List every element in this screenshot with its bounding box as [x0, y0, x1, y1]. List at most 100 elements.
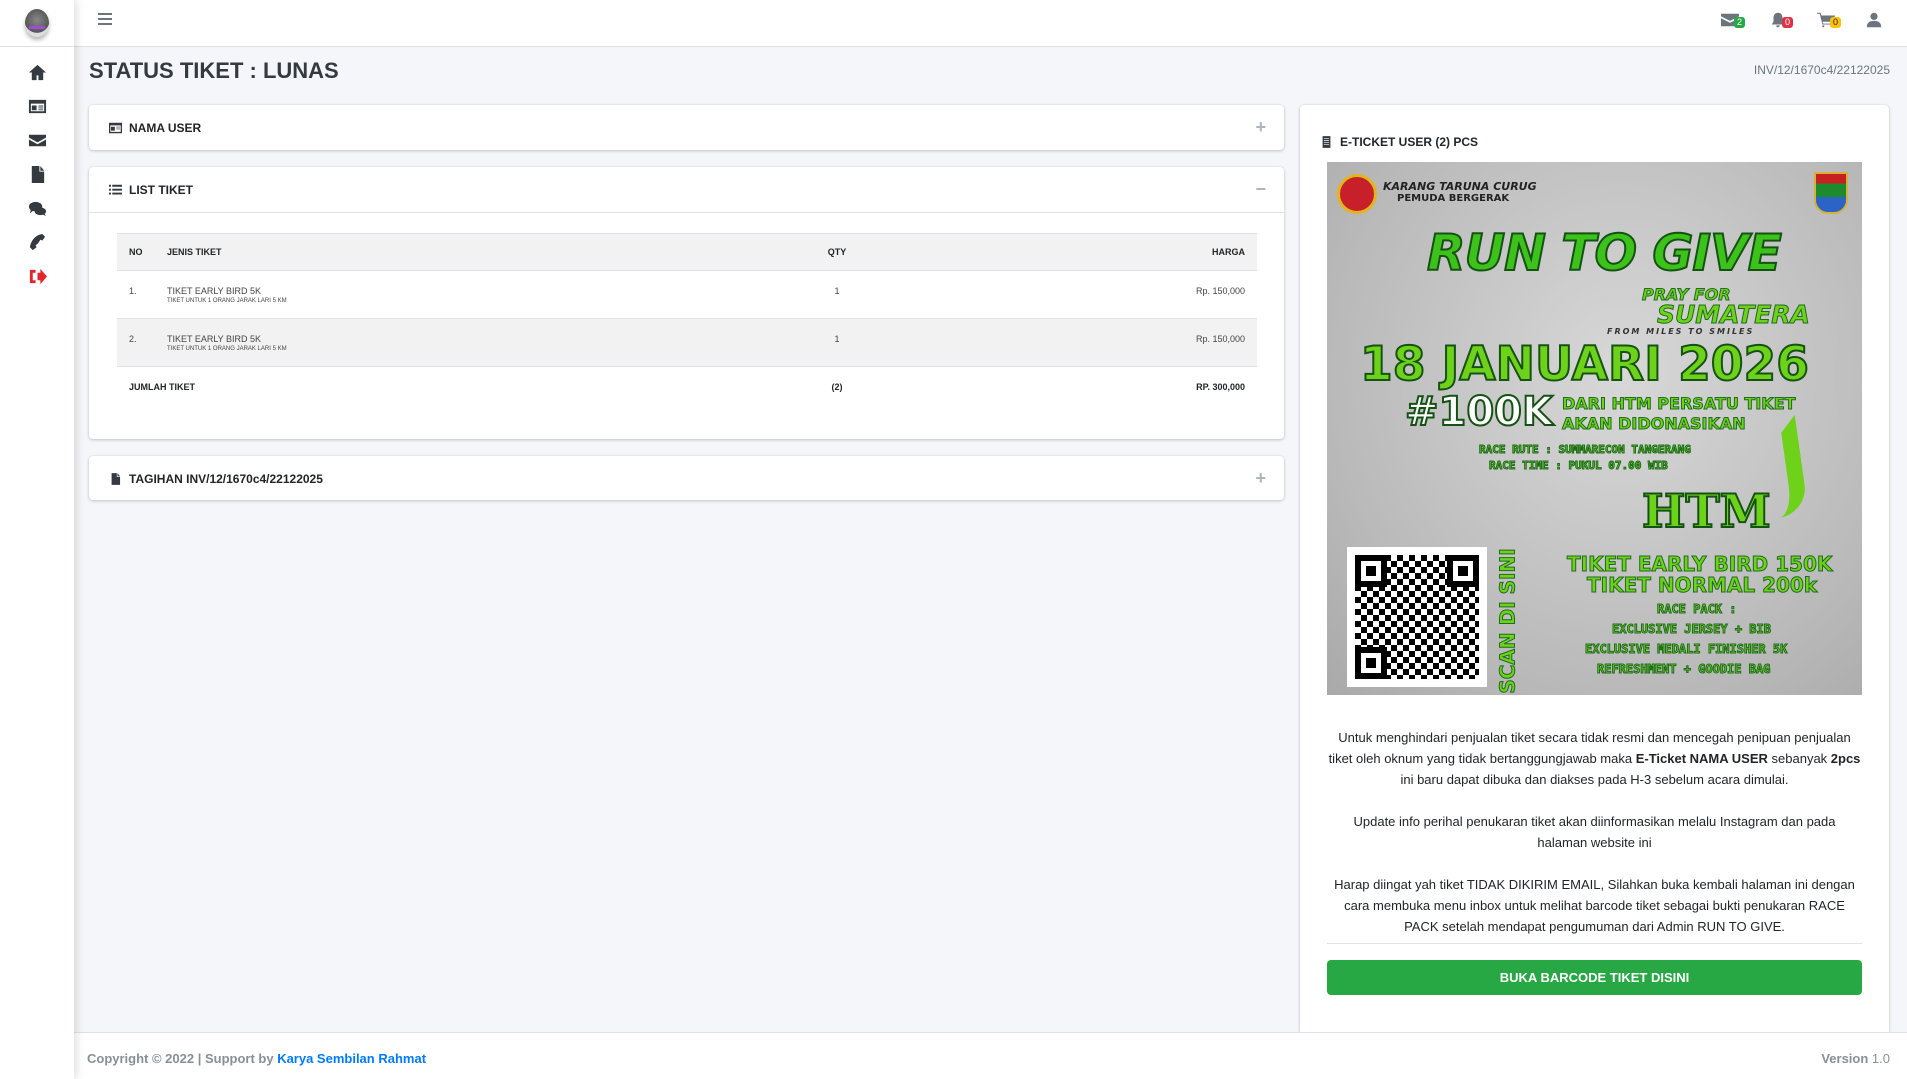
ticket-table: NO JENIS TIKET QTY HARGA 1. TIKET EARLY … [117, 233, 1257, 415]
column-header: HARGA [877, 233, 1257, 271]
info-paragraph: Untuk menghindari penjualan tiket secara… [1327, 727, 1862, 790]
poster-normal: TIKET NORMAL 200k [1586, 573, 1818, 598]
sidebar-item-logout[interactable] [0, 259, 74, 293]
sign-out-icon [29, 268, 47, 284]
ticket-desc: TIKET UNTUK 1 ORANG JARAK LARI 5 KM [167, 298, 287, 304]
table-row: 1. TIKET EARLY BIRD 5K TIKET UNTUK 1 ORAN… [117, 270, 1257, 319]
column-header: JENIS TIKET [155, 233, 797, 271]
card-title: E-TICKET USER (2) PCS [1340, 135, 1479, 149]
page-title: STATUS TIKET : LUNAS [89, 58, 339, 83]
collapse-button[interactable]: − [1255, 180, 1266, 198]
messages-badge: 2 [1733, 17, 1745, 28]
sidebar-item-contact[interactable] [0, 225, 74, 259]
info-bold: E-Ticket NAMA USER [1635, 751, 1768, 766]
receipt-icon [1322, 136, 1331, 148]
poster-date: 18 JANUARI 2026 [1359, 336, 1810, 393]
messages-button[interactable]: 2 [1721, 12, 1745, 32]
list-icon [109, 184, 122, 195]
ticket-price: Rp. 150,000 [877, 318, 1257, 367]
total-qty: (2) [831, 382, 843, 392]
footer: Copyright © 2022 | Support by Karya Semb… [74, 1032, 1907, 1079]
column-header: QTY [797, 233, 877, 271]
user-menu-button[interactable] [1865, 12, 1887, 32]
poster-scan: SCAN DI SINI [1495, 548, 1520, 694]
brand-logo[interactable] [25, 9, 49, 37]
invoice-number: INV/12/1670c4/22122025 [1753, 63, 1890, 77]
event-poster: KARANG TARUNA CURUG PEMUDA BERGERAK RUN … [1327, 162, 1862, 695]
ticket-qty: 1 [797, 318, 877, 367]
table-row: 2. TIKET EARLY BIRD 5K TIKET UNTUK 1 ORAN… [117, 318, 1257, 367]
poster-route: RACE RUTE : SUMMARECON TANGERANG [1479, 443, 1692, 457]
file-icon [111, 473, 121, 485]
tangerang-emblem [1814, 172, 1848, 214]
info-paragraph: Harap diingat yah tiket TIDAK DIKIRIM EM… [1334, 877, 1855, 934]
ticket-type: TIKET EARLY BIRD 5K TIKET UNTUK 1 ORANG J… [155, 270, 797, 319]
cart-button[interactable]: 0 [1817, 12, 1841, 32]
ticket-type: TIKET EARLY BIRD 5K TIKET UNTUK 1 ORANG J… [155, 318, 797, 367]
sidebar-item-chat[interactable] [0, 191, 74, 225]
poster-donation-text: AKAN DIDONASIKAN [1562, 414, 1747, 434]
poster-pack-item: EXCLUSIVE JERSEY + BIB [1612, 622, 1772, 637]
poster-htm: HTM [1641, 483, 1772, 539]
nama-user-card: NAMA USER + [89, 105, 1284, 150]
sidebar-item-home[interactable] [0, 55, 74, 89]
copyright-text: Copyright © 2022 | Support by [87, 1051, 278, 1066]
poster-sumatera: SUMATERA [1657, 300, 1811, 330]
id-card-icon [28, 99, 46, 113]
version-number: 1.0 [1871, 1051, 1890, 1066]
topbar: 2 0 0 [74, 0, 1907, 47]
open-barcode-button[interactable]: BUKA BARCODE TIKET DISINI [1327, 960, 1862, 995]
divider [1327, 943, 1862, 944]
ticket-price: Rp. 150,000 [877, 270, 1257, 319]
envelope-icon [28, 134, 46, 146]
expand-button[interactable]: + [1255, 118, 1266, 136]
poster-pack-item: EXCLUSIVE MEDALI FINISHER 5K [1584, 642, 1788, 657]
sidebar-item-documents[interactable] [0, 157, 74, 191]
phone-icon [29, 233, 45, 250]
org-subtitle: PEMUDA BERGERAK [1397, 193, 1510, 204]
karang-taruna-logo [1337, 174, 1377, 214]
poster-title: RUN TO GIVE [1426, 223, 1783, 283]
card-title: LIST TIKET [129, 182, 193, 197]
version-label: Version [1821, 1051, 1869, 1066]
total-price: RP. 300,000 [1196, 382, 1245, 392]
poster-time: RACE TIME : PUKUL 07.00 WIB [1489, 459, 1669, 473]
ticket-name: TIKET EARLY BIRD 5K [167, 286, 262, 296]
info-paragraph: Update info perihal penukaran tiket akan… [1353, 814, 1836, 850]
home-icon [28, 64, 46, 80]
card-title: TAGIHAN INV/12/1670c4/22122025 [129, 472, 323, 486]
eticket-card: E-TICKET USER (2) PCS KARANG TARUNA CURU… [1300, 105, 1889, 1032]
file-icon [31, 165, 44, 183]
id-card-icon [109, 122, 122, 134]
ticket-qty: 1 [797, 270, 877, 319]
ticket-name: TIKET EARLY BIRD 5K [167, 334, 262, 344]
info-text: sebanyak [1767, 751, 1831, 766]
sidebar-item-profile[interactable] [0, 89, 74, 123]
menu-toggle-icon[interactable] [98, 13, 112, 27]
poster-donation: #100K [1404, 388, 1554, 436]
comments-icon [28, 201, 46, 216]
poster-tagline: FROM MILES TO SMILES [1607, 327, 1755, 336]
row-number: 2. [117, 318, 155, 367]
notifications-badge: 0 [1781, 17, 1793, 28]
sidebar-item-inbox[interactable] [0, 123, 74, 157]
eticket-info: Untuk menghindari penjualan tiket secara… [1327, 727, 1862, 958]
poster-pack-item: REFRESHMENT + GOODIE BAG [1596, 662, 1771, 677]
tagihan-card: TAGIHAN INV/12/1670c4/22122025 + [89, 456, 1284, 500]
column-header: NO [117, 233, 155, 271]
total-label: JUMLAH TIKET [129, 382, 195, 392]
total-row: JUMLAH TIKET (2) RP. 300,000 [117, 367, 1257, 415]
sidebar [0, 0, 74, 1079]
version: Version 1.0 [1821, 1051, 1890, 1066]
org-name: KARANG TARUNA CURUG [1383, 180, 1537, 193]
sidebar-nav [0, 47, 74, 293]
info-bold: 2pcs [1830, 751, 1861, 766]
brand[interactable] [0, 0, 74, 47]
user-icon [1866, 12, 1882, 28]
card-title: NAMA USER [129, 121, 202, 135]
qr-code[interactable] [1347, 547, 1487, 687]
poster-pack: RACE PACK : [1656, 602, 1737, 617]
company-link[interactable]: Karya Sembilan Rahmat [277, 1051, 426, 1066]
notifications-button[interactable]: 0 [1769, 12, 1793, 32]
expand-button[interactable]: + [1255, 469, 1266, 487]
